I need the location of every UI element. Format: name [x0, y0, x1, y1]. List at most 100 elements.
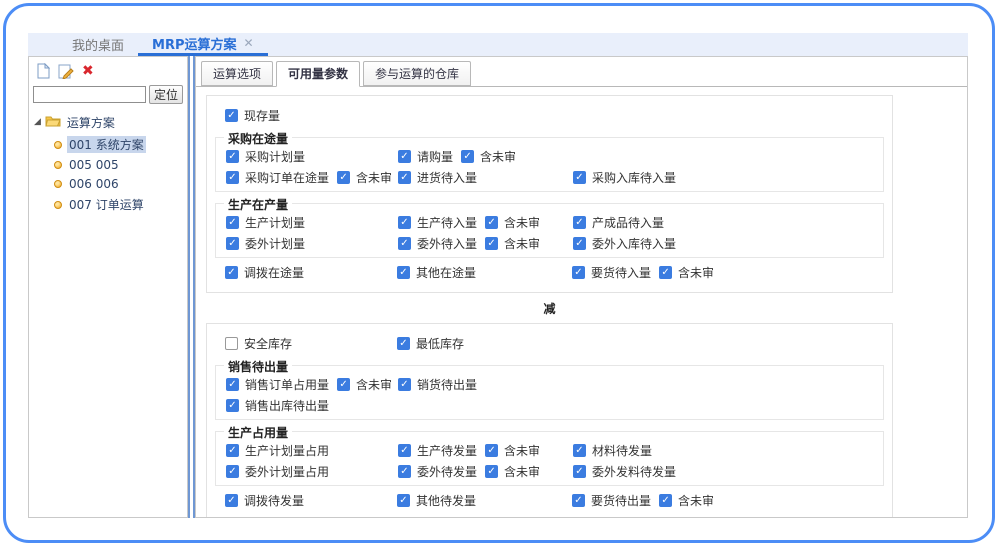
checkbox-item[interactable]: ✓生产计划量: [226, 214, 305, 231]
param-tab[interactable]: 可用量参数: [276, 61, 360, 87]
new-document-icon[interactable]: [37, 63, 50, 79]
checkbox[interactable]: ✓: [226, 150, 239, 163]
checkbox[interactable]: ✓: [485, 444, 498, 457]
checkbox-item[interactable]: ✓采购计划量: [226, 148, 305, 165]
folder-icon: [45, 115, 61, 130]
checkbox-label: 材料待发量: [592, 442, 652, 459]
group-title: 生产占用量: [224, 424, 292, 441]
window-tab[interactable]: MRP运算方案✕: [138, 33, 268, 56]
checkbox-item[interactable]: ✓其他在途量: [397, 264, 476, 281]
checkbox[interactable]: ✓: [485, 237, 498, 250]
checkbox-item[interactable]: ✓委外待入量: [398, 235, 477, 252]
checkbox-item[interactable]: ✓委外计划量: [226, 235, 305, 252]
checkbox[interactable]: ✓: [659, 266, 672, 279]
checkbox[interactable]: ✓: [226, 399, 239, 412]
checkbox-item[interactable]: ✓含未审: [461, 148, 516, 165]
checkbox[interactable]: ✓: [485, 216, 498, 229]
checkbox[interactable]: ✓: [573, 444, 586, 457]
checkbox-item[interactable]: ✓含未审: [659, 264, 714, 281]
checkbox-item[interactable]: ✓生产待入量: [398, 214, 477, 231]
tree-item[interactable]: 001 系统方案: [54, 135, 182, 154]
checkbox[interactable]: ✓: [226, 444, 239, 457]
checkbox-item[interactable]: ✓现存量: [225, 107, 280, 124]
checkbox-item[interactable]: ✓生产待发量: [398, 442, 477, 459]
checkbox[interactable]: ✓: [225, 109, 238, 122]
checkbox-item[interactable]: ✓含未审: [337, 376, 392, 393]
checkbox[interactable]: ✓: [572, 266, 585, 279]
splitter[interactable]: [188, 56, 195, 518]
checkbox[interactable]: ✓: [226, 216, 239, 229]
checkbox-item[interactable]: ✓调拨待发量: [225, 492, 304, 509]
checkbox-item[interactable]: ✓要货待入量: [572, 264, 651, 281]
checkbox-item[interactable]: ✓委外入库待入量: [573, 235, 676, 252]
checkbox[interactable]: ✓: [226, 465, 239, 478]
checkbox[interactable]: ✓: [398, 465, 411, 478]
edit-icon[interactable]: [58, 63, 74, 79]
checkbox-item[interactable]: ✓要货待出量: [572, 492, 651, 509]
delete-icon[interactable]: ✖: [82, 64, 94, 78]
checkbox[interactable]: ✓: [572, 494, 585, 507]
checkbox-item[interactable]: ✓ 销货待出量: [398, 376, 477, 393]
checkbox-item[interactable]: ✓最低库存: [397, 335, 464, 352]
checkbox[interactable]: ✓: [398, 237, 411, 250]
checkbox[interactable]: ✓: [337, 171, 350, 184]
checkbox-label: 销货待出量: [417, 376, 477, 393]
checkbox-row: ✓委外计划量占用 ✓委外待发量 ✓含未审 ✓委外发料待发量: [226, 461, 883, 482]
checkbox-item[interactable]: ✓调拨在途量: [225, 264, 304, 281]
checkbox-item[interactable]: ✓采购订单在途量: [226, 169, 329, 186]
checkbox-item[interactable]: ✓请购量: [398, 148, 453, 165]
checkbox[interactable]: ✓: [461, 150, 474, 163]
checkbox[interactable]: ✓: [573, 465, 586, 478]
checkbox-item[interactable]: ✓销售订单占用量: [226, 376, 329, 393]
checkbox[interactable]: ✓: [398, 444, 411, 457]
checkbox-item[interactable]: ✓ 材料待发量: [573, 442, 652, 459]
checkbox-item[interactable]: ✓进货待入量: [398, 169, 477, 186]
checkbox[interactable]: ✓: [226, 237, 239, 250]
checkbox[interactable]: ✓: [573, 171, 586, 184]
checkbox[interactable]: ✓: [573, 237, 586, 250]
checkbox[interactable]: ✓: [485, 465, 498, 478]
checkbox-item[interactable]: ✓含未审: [485, 214, 540, 231]
tree-expander-icon[interactable]: ◢: [34, 118, 41, 127]
checkbox-item[interactable]: 安全库存: [225, 335, 292, 352]
checkbox-item[interactable]: ✓委外计划量占用: [226, 463, 329, 480]
checkbox-item[interactable]: ✓含未审: [485, 235, 540, 252]
tree-item[interactable]: 007 订单运算: [54, 195, 182, 214]
checkbox[interactable]: ✓: [573, 216, 586, 229]
window-tab[interactable]: 我的桌面: [58, 33, 138, 56]
locate-button[interactable]: 定位: [149, 85, 183, 104]
checkbox-item[interactable]: ✓销售出库待出量: [226, 397, 329, 414]
param-tab[interactable]: 参与运算的仓库: [363, 61, 471, 86]
param-tab[interactable]: 运算选项: [201, 61, 273, 86]
checkbox-item[interactable]: ✓委外发料待发量: [573, 463, 676, 480]
checkbox[interactable]: ✓: [225, 494, 238, 507]
row-cell: ✓现存量: [225, 107, 397, 124]
checkbox-item[interactable]: ✓委外待发量: [398, 463, 477, 480]
tree-item[interactable]: 005 005: [54, 157, 182, 173]
checkbox[interactable]: ✓: [226, 171, 239, 184]
checkbox-item[interactable]: ✓含未审: [659, 492, 714, 509]
checkbox[interactable]: ✓: [398, 378, 411, 391]
checkbox-item[interactable]: ✓生产计划量占用: [226, 442, 329, 459]
checkbox[interactable]: ✓: [397, 266, 410, 279]
checkbox-item[interactable]: ✓含未审: [337, 169, 392, 186]
checkbox-item[interactable]: ✓含未审: [485, 463, 540, 480]
checkbox[interactable]: ✓: [226, 378, 239, 391]
checkbox-item[interactable]: ✓产成品待入量: [573, 214, 664, 231]
search-input[interactable]: [33, 86, 146, 103]
checkbox[interactable]: ✓: [398, 150, 411, 163]
checkbox-item[interactable]: ✓采购入库待入量: [573, 169, 676, 186]
close-tab-icon[interactable]: ✕: [244, 36, 254, 50]
tree-item[interactable]: 006 006: [54, 176, 182, 192]
checkbox[interactable]: ✓: [659, 494, 672, 507]
checkbox[interactable]: ✓: [397, 337, 410, 350]
checkbox[interactable]: ✓: [398, 171, 411, 184]
checkbox-item[interactable]: ✓其他待发量: [397, 492, 476, 509]
checkbox[interactable]: ✓: [397, 494, 410, 507]
checkbox[interactable]: ✓: [225, 266, 238, 279]
checkbox[interactable]: ✓: [337, 378, 350, 391]
checkbox-item[interactable]: ✓含未审: [485, 442, 540, 459]
tree-root[interactable]: ◢ 运算方案: [34, 113, 182, 132]
checkbox[interactable]: [225, 337, 238, 350]
checkbox[interactable]: ✓: [398, 216, 411, 229]
